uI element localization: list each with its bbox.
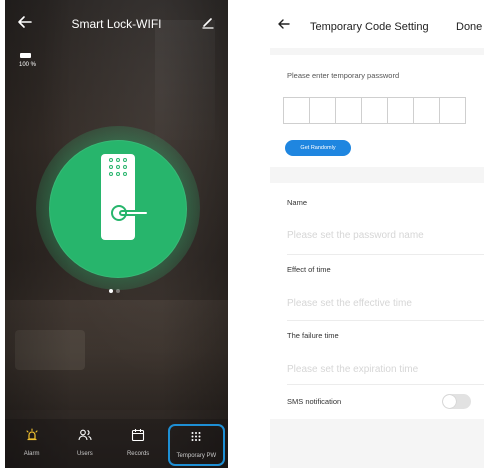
- page-dot: [116, 289, 120, 293]
- nav-users[interactable]: Users: [58, 419, 111, 468]
- page-indicator: [109, 289, 120, 293]
- lock-main-screen: Smart Lock-WIFI 100 % Alarm Users Record…: [5, 0, 228, 468]
- password-digit-box[interactable]: [309, 97, 336, 124]
- name-label: Name: [287, 198, 308, 207]
- calendar-icon: [132, 429, 145, 442]
- alarm-icon: [26, 428, 38, 441]
- background-pillow: [15, 330, 85, 370]
- page-dot-active: [109, 289, 113, 293]
- header-bar: Temporary Code Setting Done: [270, 0, 484, 48]
- lock-top-bar: Smart Lock-WIFI: [5, 0, 228, 52]
- bottom-nav: Alarm Users Records Temporary PW: [5, 419, 228, 468]
- effective-time-input[interactable]: [287, 294, 477, 312]
- sms-notification-label: SMS notification: [287, 397, 342, 406]
- effect-time-label: Effect of time: [287, 265, 331, 274]
- toggle-knob: [443, 395, 456, 408]
- nav-records[interactable]: Records: [112, 419, 165, 468]
- password-digit-box[interactable]: [335, 97, 362, 124]
- battery-icon: [20, 53, 31, 58]
- expiration-time-input[interactable]: [287, 360, 477, 378]
- nav-alarm[interactable]: Alarm: [5, 419, 58, 468]
- nav-label: Users: [77, 451, 93, 457]
- nav-temporary-pw[interactable]: Temporary PW: [167, 424, 225, 466]
- sms-notification-toggle[interactable]: [442, 394, 471, 409]
- password-digit-box[interactable]: [413, 97, 440, 124]
- divider: [287, 320, 484, 321]
- divider: [287, 384, 484, 385]
- lock-keypad-icon: [109, 158, 129, 180]
- back-arrow-icon[interactable]: [276, 16, 292, 32]
- temporary-code-screen: Temporary Code Setting Done Please enter…: [270, 0, 484, 468]
- users-icon: [78, 429, 92, 441]
- get-randomly-button[interactable]: Get Randomly: [285, 140, 351, 156]
- password-digit-box[interactable]: [283, 97, 310, 124]
- edit-icon[interactable]: [200, 14, 216, 30]
- nav-label: Temporary PW: [176, 453, 217, 459]
- lock-title: Smart Lock-WIFI: [71, 17, 162, 31]
- keypad-icon: [191, 432, 201, 441]
- lock-handle-icon: [111, 205, 127, 221]
- password-digit-box[interactable]: [361, 97, 388, 124]
- battery-percent: 100 %: [19, 62, 37, 68]
- divider: [287, 254, 484, 255]
- password-prompt: Please enter temporary password: [287, 71, 400, 80]
- failure-time-label: The failure time: [287, 331, 339, 340]
- page-title: Temporary Code Setting: [310, 21, 429, 33]
- done-button[interactable]: Done: [456, 21, 482, 33]
- name-input[interactable]: [287, 226, 477, 244]
- password-digit-box[interactable]: [387, 97, 414, 124]
- nav-label: Records: [126, 451, 150, 457]
- screen: Smart Lock-WIFI 100 % Alarm Users Record…: [0, 0, 484, 468]
- password-digit-boxes: [283, 97, 466, 124]
- password-digit-box[interactable]: [439, 97, 466, 124]
- nav-label: Alarm: [23, 451, 40, 457]
